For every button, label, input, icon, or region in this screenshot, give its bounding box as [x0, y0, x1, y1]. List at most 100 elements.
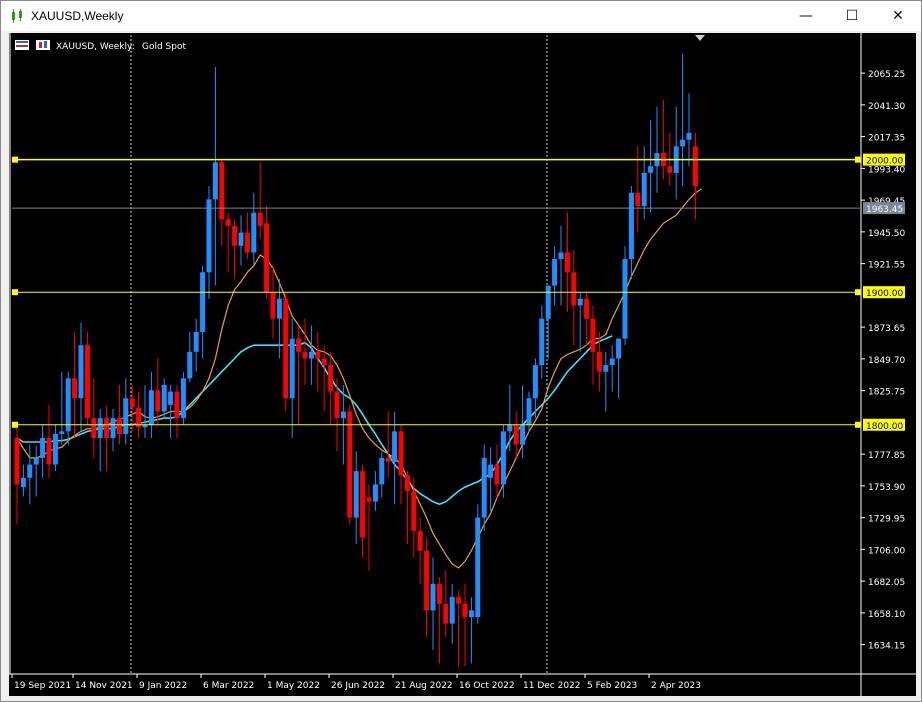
candle-body	[46, 438, 52, 465]
candle-body	[212, 162, 218, 200]
candle-body	[532, 365, 538, 399]
y-tick-label: 1921.55	[868, 261, 905, 271]
close-button[interactable]: ✕	[875, 1, 921, 31]
candle-body	[148, 390, 154, 425]
minimize-button[interactable]: —	[783, 1, 829, 31]
level-price-label: 2000.00	[866, 157, 903, 167]
candle-body	[65, 378, 71, 432]
candle-body	[417, 530, 423, 551]
x-tick-label: 16 Oct 2022	[459, 681, 515, 691]
candle-body	[398, 431, 404, 476]
candle-body	[462, 603, 468, 617]
level-price-label: 1800.00	[866, 422, 903, 432]
y-tick-label: 1706.00	[868, 546, 905, 556]
candle-body	[539, 318, 545, 366]
candle-body	[264, 223, 270, 293]
candle-body	[641, 172, 647, 207]
candle-body	[372, 484, 378, 502]
candle-body	[552, 259, 558, 286]
candle-body	[155, 390, 161, 412]
candle-body	[379, 457, 385, 485]
candle-body	[270, 292, 276, 319]
window-title: XAUUSD,Weekly	[31, 9, 124, 23]
y-tick-label: 1682.05	[868, 578, 905, 588]
candle-body	[161, 384, 167, 412]
candle-body	[200, 272, 206, 332]
candle-body	[315, 351, 321, 359]
candle-body	[616, 338, 622, 359]
candle-body	[609, 358, 615, 366]
candle-body	[302, 351, 308, 359]
candle-body	[392, 431, 398, 462]
level-handle-right	[855, 289, 861, 296]
x-tick-label: 26 Jun 2022	[331, 681, 385, 691]
candle-body	[308, 351, 314, 359]
candlestick-chart-icon	[12, 9, 22, 23]
candle-body	[238, 232, 244, 246]
x-tick-label: 2 Apr 2023	[651, 681, 701, 691]
candle-body	[545, 285, 551, 319]
candle-body	[27, 464, 33, 478]
candle-body	[97, 418, 103, 439]
title-bar[interactable]: XAUUSD,Weekly — ☐ ✕	[1, 1, 921, 31]
candle-body	[564, 252, 570, 273]
candle-body	[59, 431, 65, 435]
candle-body	[513, 424, 519, 445]
candle-body	[494, 464, 500, 485]
candle-body	[596, 351, 602, 372]
candle-body	[328, 365, 334, 392]
candle-body	[276, 298, 282, 319]
x-tick-label: 1 May 2022	[267, 681, 320, 691]
candle-body	[129, 398, 135, 408]
candle-body	[436, 583, 442, 604]
candle-body	[456, 597, 462, 604]
shift-marker-icon	[695, 35, 705, 41]
price-chart[interactable]: 2065.252041.302017.351993.401969.451945.…	[9, 33, 916, 696]
candle-body	[206, 199, 212, 273]
candle-body	[78, 345, 84, 399]
candle-body	[321, 358, 327, 366]
candle-body	[667, 166, 673, 173]
candle-body	[520, 424, 526, 445]
y-tick-label: 1993.40	[868, 165, 905, 175]
current-price-label: 1963.45	[866, 205, 903, 215]
chart-type-icon	[15, 40, 29, 50]
symbol-icon	[36, 40, 50, 50]
candle-body	[180, 378, 186, 419]
candle-body	[91, 418, 97, 439]
candle-body	[443, 603, 449, 624]
level-handle-left	[12, 156, 18, 163]
level-price-label: 1900.00	[866, 289, 903, 299]
candle-body	[635, 192, 641, 207]
level-handle-left	[12, 289, 18, 296]
x-tick-label: 9 Jan 2022	[139, 681, 187, 691]
candle-body	[244, 232, 250, 253]
candle-body	[577, 298, 583, 306]
candle-body	[526, 398, 532, 425]
y-tick-label: 1945.50	[868, 229, 905, 239]
y-tick-label: 1873.65	[868, 324, 905, 334]
candle-body	[251, 212, 257, 253]
candle-body	[104, 418, 110, 439]
chart-canvas[interactable]: 2065.252041.302017.351993.401969.451945.…	[9, 33, 916, 696]
candle-body	[347, 411, 353, 518]
candle-body	[475, 517, 481, 617]
candle-body	[584, 298, 590, 319]
candle-body	[116, 418, 122, 435]
candle-body	[424, 550, 430, 611]
candle-body	[488, 464, 494, 478]
candle-body	[14, 438, 20, 485]
maximize-button[interactable]: ☐	[829, 1, 875, 31]
y-tick-label: 1729.95	[868, 515, 905, 525]
level-handle-left	[12, 421, 18, 428]
candle-body	[481, 457, 487, 518]
candle-body	[340, 411, 346, 419]
candle-body	[232, 225, 238, 246]
y-tick-label: 1658.10	[868, 610, 905, 620]
candle-body	[84, 345, 90, 419]
level-handle-right	[855, 421, 861, 428]
candle-body	[360, 471, 366, 538]
y-tick-label: 1753.90	[868, 483, 905, 493]
candle-body	[507, 424, 513, 432]
candle-body	[20, 477, 26, 488]
